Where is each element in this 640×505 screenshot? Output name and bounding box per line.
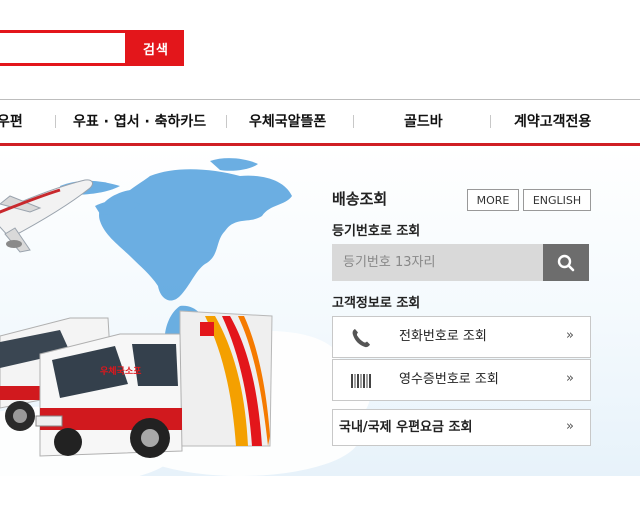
nav-item-goldbar[interactable]: 골드바 xyxy=(404,100,443,144)
search-icon xyxy=(557,254,575,271)
nav-divider xyxy=(490,115,491,128)
svg-text:우체국소포: 우체국소포 xyxy=(100,365,142,377)
nav-item-post[interactable]: 우편 xyxy=(0,100,23,144)
phone-lookup-label: 전화번호로 조회 xyxy=(399,329,487,344)
chevron-right-icon: » xyxy=(566,419,574,434)
nav-divider xyxy=(226,115,227,128)
chevron-right-icon: » xyxy=(566,371,574,386)
postage-fee-lookup-button[interactable]: 국내/국제 우편요금 조회 » xyxy=(332,409,591,446)
registration-search-button[interactable] xyxy=(543,244,589,281)
receipt-lookup-button[interactable]: 영수증번호로 조회 » xyxy=(332,359,591,401)
nav-item-stamps[interactable]: 우표 · 엽서 · 축하카드 xyxy=(73,100,206,144)
chevron-right-icon: » xyxy=(566,328,574,343)
english-button[interactable]: ENGLISH xyxy=(523,189,591,211)
tracking-title: 배송조회 xyxy=(332,190,388,208)
postage-fee-label: 국내/국제 우편요금 조회 xyxy=(339,420,473,435)
phone-lookup-button[interactable]: 전화번호로 조회 » xyxy=(332,316,591,358)
search-input[interactable] xyxy=(0,30,128,66)
more-button[interactable]: MORE xyxy=(467,189,519,211)
registration-number-input[interactable]: 등기번호 13자리 xyxy=(332,244,543,281)
page-bottom xyxy=(0,476,640,505)
nav-item-contract[interactable]: 계약고객전용 xyxy=(514,100,591,144)
nav-divider xyxy=(353,115,354,128)
customer-info-title: 고객정보로 조회 xyxy=(332,296,421,311)
page: 검색 우편 우표 · 엽서 · 축하카드 우체국알뜰폰 골드바 계약고객전용 우… xyxy=(0,0,640,505)
main-nav: 우편 우표 · 엽서 · 축하카드 우체국알뜰폰 골드바 계약고객전용 xyxy=(0,99,640,146)
phone-icon xyxy=(352,329,370,348)
nav-item-mobile[interactable]: 우체국알뜰폰 xyxy=(249,100,326,144)
search-button[interactable]: 검색 xyxy=(128,30,184,66)
airplane-illustration xyxy=(0,179,93,253)
registration-title: 등기번호로 조회 xyxy=(332,224,421,239)
tracking-panel: 배송조회 MORE ENGLISH 등기번호로 조회 등기번호 13자리 고객정… xyxy=(318,176,608,461)
barcode-icon xyxy=(351,374,371,388)
nav-divider xyxy=(55,115,56,128)
receipt-lookup-label: 영수증번호로 조회 xyxy=(399,372,499,387)
